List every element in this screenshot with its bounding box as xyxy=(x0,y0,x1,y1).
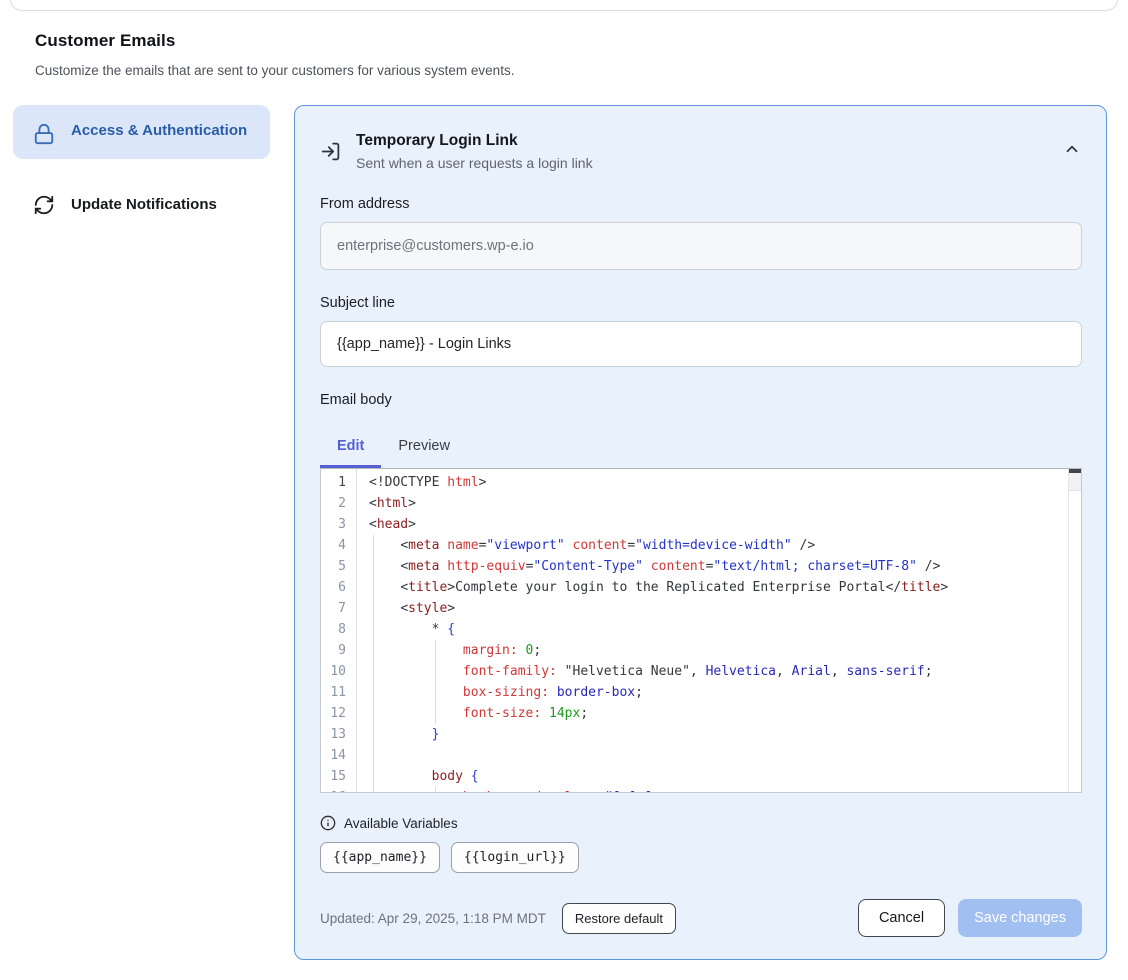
sidebar-item-access-authentication[interactable]: Access & Authentication xyxy=(13,105,270,159)
refresh-icon xyxy=(33,194,55,216)
indent-guide xyxy=(435,640,436,724)
tab-edit[interactable]: Edit xyxy=(320,430,381,468)
page-subtitle: Customize the emails that are sent to yo… xyxy=(35,63,1093,78)
sidebar-item-label: Update Notifications xyxy=(71,193,217,217)
email-body-label: Email body xyxy=(320,392,1082,408)
available-variables-header: Available Variables xyxy=(320,815,1082,831)
variable-chip[interactable]: {{login_url}} xyxy=(451,842,579,873)
line-number: 10 xyxy=(321,661,346,682)
code-line: font-size: 14px; xyxy=(369,703,1068,724)
collapse-section-button[interactable] xyxy=(1062,140,1082,160)
line-number: 6 xyxy=(321,577,346,598)
line-number: 9 xyxy=(321,640,346,661)
editor-vertical-scrollbar[interactable] xyxy=(1068,469,1081,792)
cancel-button[interactable]: Cancel xyxy=(858,899,945,937)
editor-code-pane[interactable]: <!DOCTYPE html><html><head> <meta name="… xyxy=(357,469,1068,792)
code-line: body { xyxy=(369,766,1068,787)
code-line: <html> xyxy=(369,493,1068,514)
card-header-text: Temporary Login Link Sent when a user re… xyxy=(356,132,593,171)
code-line: <head> xyxy=(369,514,1068,535)
from-address-input[interactable] xyxy=(320,222,1082,270)
updated-timestamp: Updated: Apr 29, 2025, 1:18 PM MDT xyxy=(320,911,546,926)
code-line: <meta name="viewport" content="width=dev… xyxy=(369,535,1068,556)
line-number: 15 xyxy=(321,766,346,787)
indent-guide xyxy=(373,535,374,792)
editor-line-numbers: 12345678910111213141516 xyxy=(321,469,357,792)
line-number: 8 xyxy=(321,619,346,640)
line-number: 2 xyxy=(321,493,346,514)
chevron-up-icon xyxy=(1063,146,1081,161)
available-variables-section: Available Variables {{app_name}} {{login_… xyxy=(320,815,1082,873)
line-number: 16 xyxy=(321,787,346,792)
email-type-subtitle: Sent when a user requests a login link xyxy=(356,155,593,171)
info-icon xyxy=(320,815,336,831)
line-number: 11 xyxy=(321,682,346,703)
code-line: <title>Complete your login to the Replic… xyxy=(369,577,1068,598)
subject-line-input[interactable] xyxy=(320,321,1082,367)
from-address-label: From address xyxy=(320,196,1082,212)
code-line: } xyxy=(369,724,1068,745)
code-line: <meta http-equiv="Content-Type" content=… xyxy=(369,556,1068,577)
line-number: 1 xyxy=(321,472,346,493)
line-number: 7 xyxy=(321,598,346,619)
scrollbar-thumb[interactable] xyxy=(1069,469,1081,473)
card-header: Temporary Login Link Sent when a user re… xyxy=(320,132,1082,171)
sidebar-item-label: Access & Authentication xyxy=(71,119,247,143)
sidebar: Access & Authentication Update Notificati… xyxy=(13,105,270,235)
code-line xyxy=(369,745,1068,766)
line-number: 5 xyxy=(321,556,346,577)
content-area: Access & Authentication Update Notificati… xyxy=(13,105,1107,960)
line-number: 12 xyxy=(321,703,346,724)
line-number: 13 xyxy=(321,724,346,745)
save-changes-button[interactable]: Save changes xyxy=(958,899,1082,937)
line-number: 4 xyxy=(321,535,346,556)
line-number: 14 xyxy=(321,745,346,766)
login-icon xyxy=(320,141,341,162)
code-line: background-color: #fafafa; xyxy=(369,787,1068,792)
line-number: 3 xyxy=(321,514,346,535)
code-line: margin: 0; xyxy=(369,640,1068,661)
variable-chip[interactable]: {{app_name}} xyxy=(320,842,440,873)
email-settings-card: Temporary Login Link Sent when a user re… xyxy=(294,105,1107,960)
email-body-tabs: EditPreview xyxy=(320,430,1082,468)
code-line: box-sizing: border-box; xyxy=(369,682,1068,703)
previous-card-bottom-edge xyxy=(10,0,1118,11)
code-line: * { xyxy=(369,619,1068,640)
email-type-title: Temporary Login Link xyxy=(356,132,593,150)
page-title: Customer Emails xyxy=(35,31,1093,51)
subject-line-label: Subject line xyxy=(320,295,1082,311)
restore-default-button[interactable]: Restore default xyxy=(562,903,676,934)
tab-preview[interactable]: Preview xyxy=(381,430,467,468)
variable-chips: {{app_name}} {{login_url}} xyxy=(320,842,1082,873)
code-line: <style> xyxy=(369,598,1068,619)
available-variables-label: Available Variables xyxy=(344,816,458,831)
code-line: font-family: "Helvetica Neue", Helvetica… xyxy=(369,661,1068,682)
indent-guide xyxy=(435,787,436,792)
code-line: <!DOCTYPE html> xyxy=(369,472,1068,493)
lock-icon xyxy=(33,123,55,145)
card-footer: Updated: Apr 29, 2025, 1:18 PM MDT Resto… xyxy=(320,899,1082,937)
page-header: Customer Emails Customize the emails tha… xyxy=(35,31,1093,78)
email-body-editor[interactable]: 12345678910111213141516 <!DOCTYPE html><… xyxy=(320,468,1082,793)
sidebar-item-update-notifications[interactable]: Update Notifications xyxy=(13,175,270,235)
